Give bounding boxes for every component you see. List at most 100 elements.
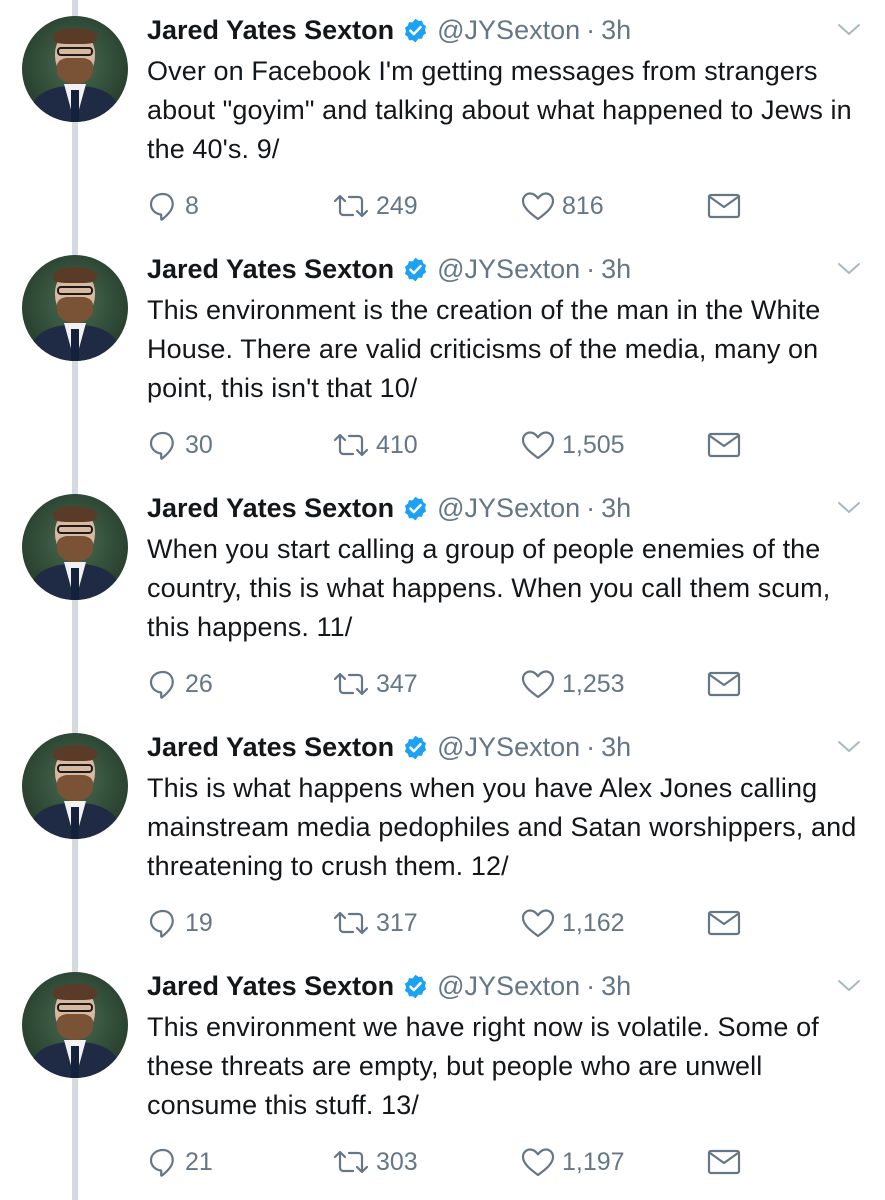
envelope-icon — [707, 430, 741, 460]
tweet-actions: 19 317 1,162 — [147, 905, 867, 941]
direct-message-button[interactable] — [707, 666, 741, 702]
direct-message-button[interactable] — [707, 427, 741, 463]
direct-message-button[interactable] — [707, 188, 741, 224]
tweet-header: Jared Yates Sexton @JYSexton · 3h — [147, 729, 631, 765]
separator-dot: · — [586, 970, 596, 1001]
tweet-text: This environment we have right now is vo… — [147, 1012, 819, 1120]
reply-icon — [147, 1146, 179, 1178]
author-name[interactable]: Jared Yates Sexton — [147, 493, 394, 524]
envelope-icon — [707, 669, 741, 699]
heart-icon — [520, 190, 556, 222]
author-handle[interactable]: @JYSexton — [437, 493, 580, 524]
tweet[interactable]: Jared Yates Sexton @JYSexton · 3h Over o… — [0, 0, 885, 239]
chevron-down-icon[interactable] — [836, 976, 862, 996]
tweet-text: This is what happens when you have Alex … — [147, 773, 857, 881]
author-handle[interactable]: @JYSexton — [437, 971, 580, 1002]
tweet-text: This environment is the creation of the … — [147, 295, 821, 403]
retweet-button[interactable]: 347 — [332, 666, 418, 702]
verified-badge-icon — [402, 973, 429, 1000]
like-button[interactable]: 1,253 — [520, 666, 625, 702]
author-handle[interactable]: @JYSexton — [437, 15, 580, 46]
chevron-down-icon[interactable] — [836, 737, 862, 757]
like-button[interactable]: 1,162 — [520, 905, 625, 941]
chevron-down-icon[interactable] — [836, 498, 862, 518]
like-count: 816 — [562, 191, 604, 220]
author-name[interactable]: Jared Yates Sexton — [147, 971, 394, 1002]
tweet[interactable]: Jared Yates Sexton @JYSexton · 3h When y… — [0, 478, 885, 717]
retweet-button[interactable]: 410 — [332, 427, 418, 463]
retweet-count: 410 — [376, 430, 418, 459]
avatar[interactable] — [22, 972, 128, 1078]
author-name[interactable]: Jared Yates Sexton — [147, 732, 394, 763]
reply-icon — [147, 190, 179, 222]
tweet-timestamp[interactable]: 3h — [601, 254, 631, 285]
reply-count: 8 — [185, 191, 199, 220]
reply-button[interactable]: 21 — [147, 1144, 213, 1180]
avatar[interactable] — [22, 16, 128, 122]
like-count: 1,162 — [562, 908, 625, 937]
avatar[interactable] — [22, 494, 128, 600]
retweet-button[interactable]: 249 — [332, 188, 418, 224]
reply-count: 26 — [185, 669, 213, 698]
reply-button[interactable]: 26 — [147, 666, 213, 702]
tweet-header: Jared Yates Sexton @JYSexton · 3h — [147, 251, 631, 287]
direct-message-button[interactable] — [707, 905, 741, 941]
tweet-timestamp[interactable]: 3h — [601, 15, 631, 46]
reply-count: 30 — [185, 430, 213, 459]
author-name[interactable]: Jared Yates Sexton — [147, 15, 394, 46]
separator-dot: · — [586, 14, 596, 45]
reply-button[interactable]: 19 — [147, 905, 213, 941]
avatar[interactable] — [22, 733, 128, 839]
verified-badge-icon — [402, 17, 429, 44]
tweet-header: Jared Yates Sexton @JYSexton · 3h — [147, 12, 631, 48]
tweet[interactable]: Jared Yates Sexton @JYSexton · 3h This i… — [0, 717, 885, 956]
verified-badge-icon — [402, 495, 429, 522]
author-handle[interactable]: @JYSexton — [437, 254, 580, 285]
retweet-count: 303 — [376, 1147, 418, 1176]
avatar[interactable] — [22, 255, 128, 361]
retweet-count: 317 — [376, 908, 418, 937]
tweet[interactable]: Jared Yates Sexton @JYSexton · 3h This e… — [0, 956, 885, 1195]
retweet-button[interactable]: 317 — [332, 905, 418, 941]
like-button[interactable]: 1,197 — [520, 1144, 625, 1180]
envelope-icon — [707, 191, 741, 221]
retweet-icon — [332, 907, 370, 939]
reply-count: 21 — [185, 1147, 213, 1176]
like-button[interactable]: 1,505 — [520, 427, 625, 463]
chevron-down-icon[interactable] — [836, 20, 862, 40]
tweet-actions: 8 249 816 — [147, 188, 867, 224]
tweet-text: When you start calling a group of people… — [147, 534, 831, 642]
tweet-actions: 26 347 1,253 — [147, 666, 867, 702]
envelope-icon — [707, 1147, 741, 1177]
chevron-down-icon[interactable] — [836, 259, 862, 279]
reply-button[interactable]: 8 — [147, 188, 199, 224]
envelope-icon — [707, 908, 741, 938]
tweet-actions: 21 303 1,197 — [147, 1144, 867, 1180]
retweet-icon — [332, 1146, 370, 1178]
direct-message-button[interactable] — [707, 1144, 741, 1180]
tweet-timestamp[interactable]: 3h — [601, 732, 631, 763]
heart-icon — [520, 668, 556, 700]
separator-dot: · — [586, 731, 596, 762]
retweet-icon — [332, 668, 370, 700]
tweet-timestamp[interactable]: 3h — [601, 971, 631, 1002]
heart-icon — [520, 907, 556, 939]
tweet[interactable]: Jared Yates Sexton @JYSexton · 3h This e… — [0, 239, 885, 478]
retweet-count: 347 — [376, 669, 418, 698]
retweet-button[interactable]: 303 — [332, 1144, 418, 1180]
author-handle[interactable]: @JYSexton — [437, 732, 580, 763]
like-count: 1,197 — [562, 1147, 625, 1176]
like-button[interactable]: 816 — [520, 188, 604, 224]
separator-dot: · — [586, 492, 596, 523]
tweet-timestamp[interactable]: 3h — [601, 493, 631, 524]
author-name[interactable]: Jared Yates Sexton — [147, 254, 394, 285]
tweet-header: Jared Yates Sexton @JYSexton · 3h — [147, 968, 631, 1004]
like-count: 1,505 — [562, 430, 625, 459]
separator-dot: · — [586, 253, 596, 284]
retweet-icon — [332, 190, 370, 222]
retweet-icon — [332, 429, 370, 461]
heart-icon — [520, 429, 556, 461]
reply-icon — [147, 668, 179, 700]
reply-button[interactable]: 30 — [147, 427, 213, 463]
tweet-text: Over on Facebook I'm getting messages fr… — [147, 56, 852, 164]
